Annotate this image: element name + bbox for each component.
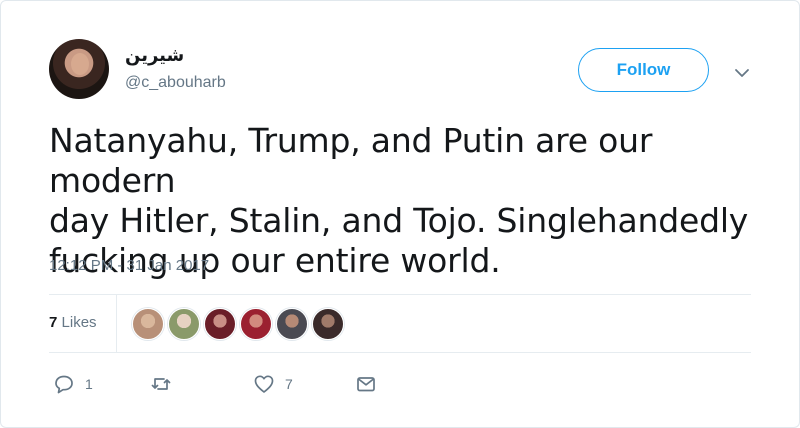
divider bbox=[49, 352, 751, 353]
liker-avatars bbox=[132, 308, 344, 340]
tweet-line: Natanyahu, Trump, and Putin are our mode… bbox=[49, 121, 653, 200]
avatar[interactable] bbox=[49, 39, 109, 99]
liker-avatar[interactable] bbox=[132, 308, 164, 340]
tweet-timestamp[interactable]: 12:12 PM - 31 Jan 2017 bbox=[49, 257, 209, 274]
liker-avatar[interactable] bbox=[240, 308, 272, 340]
retweet-button[interactable] bbox=[150, 373, 182, 395]
follow-button[interactable]: Follow bbox=[578, 48, 709, 92]
like-button[interactable]: 7 bbox=[253, 373, 293, 395]
reply-button[interactable]: 1 bbox=[53, 373, 93, 395]
retweet-icon bbox=[151, 378, 171, 390]
divider bbox=[116, 294, 117, 352]
reply-count: 1 bbox=[85, 376, 93, 392]
message-button[interactable] bbox=[355, 373, 377, 395]
envelope-icon bbox=[357, 377, 375, 392]
likes-number: 7 bbox=[49, 314, 58, 331]
heart-icon bbox=[254, 375, 274, 393]
tweet-card: شيرين @c_abouharb Follow Natanyahu, Trum… bbox=[0, 0, 800, 428]
liker-avatar[interactable] bbox=[168, 308, 200, 340]
liker-avatar[interactable] bbox=[204, 308, 236, 340]
likes-count[interactable]: 7 Likes bbox=[49, 314, 97, 331]
divider bbox=[49, 294, 751, 295]
liker-avatar[interactable] bbox=[276, 308, 308, 340]
reply-icon bbox=[55, 375, 73, 394]
likes-label: Likes bbox=[61, 314, 97, 331]
user-handle[interactable]: @c_abouharb bbox=[125, 74, 226, 92]
liker-avatar[interactable] bbox=[312, 308, 344, 340]
tweet-line: day Hitler, Stalin, and Tojo. Singlehand… bbox=[49, 201, 749, 240]
like-count: 7 bbox=[285, 376, 293, 392]
display-name[interactable]: شيرين bbox=[125, 45, 184, 66]
chevron-down-icon[interactable] bbox=[732, 63, 752, 83]
